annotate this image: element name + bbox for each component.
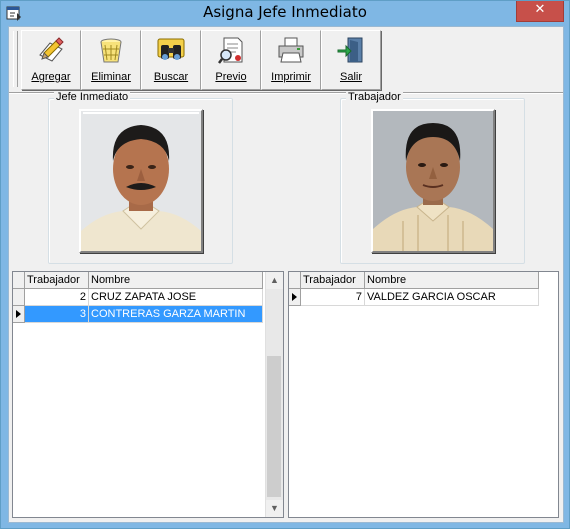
row-indicator-current[interactable] xyxy=(13,306,25,323)
grid-corner xyxy=(289,272,301,289)
eliminar-label: Eliminar xyxy=(91,71,131,83)
jefe-group: Jefe Inmediato xyxy=(48,91,233,264)
vertical-scrollbar[interactable]: ▲ ▼ xyxy=(265,272,283,517)
person-photo-icon xyxy=(81,111,201,251)
previo-label: Previo xyxy=(215,71,247,83)
trabajador-group-label: Trabajador xyxy=(346,91,403,103)
scroll-thumb[interactable] xyxy=(267,356,281,497)
pencil-edit-icon xyxy=(39,37,64,62)
table-row-id[interactable]: 7 xyxy=(301,289,365,306)
trabajador-photo xyxy=(371,109,495,253)
row-indicator[interactable] xyxy=(13,289,25,306)
table-row-name-selected[interactable]: CONTRERAS GARZA MARTIN xyxy=(89,306,263,323)
binoculars-icon xyxy=(157,38,185,60)
imprimir-button[interactable]: Imprimir xyxy=(261,30,321,90)
toolbar-grip[interactable] xyxy=(13,31,18,87)
current-row-arrow-icon xyxy=(292,293,297,301)
column-header-nombre[interactable]: Nombre xyxy=(365,272,539,289)
column-header-trabajador[interactable]: Trabajador xyxy=(25,272,89,289)
document-preview-icon xyxy=(218,37,243,64)
table-row-id-selected[interactable]: 3 xyxy=(25,306,89,323)
jefe-photo xyxy=(79,109,203,253)
current-row-arrow-icon xyxy=(16,310,21,318)
row-indicator-current[interactable] xyxy=(289,289,301,306)
buscar-label: Buscar xyxy=(153,71,189,83)
client-area: Agregar Eliminar Buscar Previo Imprimir … xyxy=(8,26,564,523)
imprimir-label: Imprimir xyxy=(271,71,311,83)
table-row-id[interactable]: 2 xyxy=(25,289,89,306)
grid-corner xyxy=(13,272,25,289)
person-photo-icon xyxy=(373,111,493,251)
buscar-button[interactable]: Buscar xyxy=(141,30,201,90)
app-window: Asigna Jefe Inmediato ✕ Agregar Eliminar… xyxy=(0,0,570,529)
salir-label: Salir xyxy=(339,71,362,83)
table-row-name[interactable]: CRUZ ZAPATA JOSE xyxy=(89,289,263,306)
scroll-down-arrow[interactable]: ▼ xyxy=(266,500,283,517)
previo-button[interactable]: Previo xyxy=(201,30,261,90)
trabajador-group: Trabajador xyxy=(340,91,525,264)
scroll-up-arrow[interactable]: ▲ xyxy=(266,272,283,289)
exit-door-icon xyxy=(337,37,363,63)
printer-icon xyxy=(278,37,304,63)
close-button[interactable]: ✕ xyxy=(516,1,564,22)
column-header-nombre[interactable]: Nombre xyxy=(89,272,263,289)
table-row-name[interactable]: VALDEZ GARCIA OSCAR xyxy=(365,289,539,306)
column-header-trabajador[interactable]: Trabajador xyxy=(301,272,365,289)
salir-button[interactable]: Salir xyxy=(321,30,381,90)
window-title: Asigna Jefe Inmediato xyxy=(203,3,367,21)
agregar-button[interactable]: Agregar xyxy=(21,30,81,90)
eliminar-button[interactable]: Eliminar xyxy=(81,30,141,90)
wastebasket-icon xyxy=(100,38,122,63)
trabajador-grid[interactable]: Trabajador Nombre 7 VALDEZ GARCIA OSCAR xyxy=(288,271,559,518)
jefe-group-label: Jefe Inmediato xyxy=(54,91,131,103)
toolbar: Agregar Eliminar Buscar Previo Imprimir … xyxy=(11,29,561,91)
jefe-grid[interactable]: Trabajador Nombre 2 CRUZ ZAPATA JOSE 3 C… xyxy=(12,271,284,518)
title-bar[interactable]: Asigna Jefe Inmediato ✕ xyxy=(1,1,569,25)
agregar-label: Agregar xyxy=(31,71,71,83)
